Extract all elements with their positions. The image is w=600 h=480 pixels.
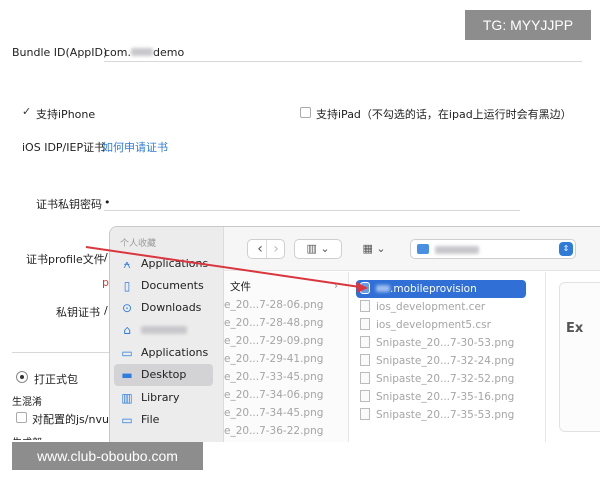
arrow-head	[356, 282, 368, 293]
annotation-arrow	[85, 246, 368, 293]
arrow-line	[85, 246, 361, 288]
watermark-bottom: www.club-oboubo.com	[12, 442, 203, 470]
